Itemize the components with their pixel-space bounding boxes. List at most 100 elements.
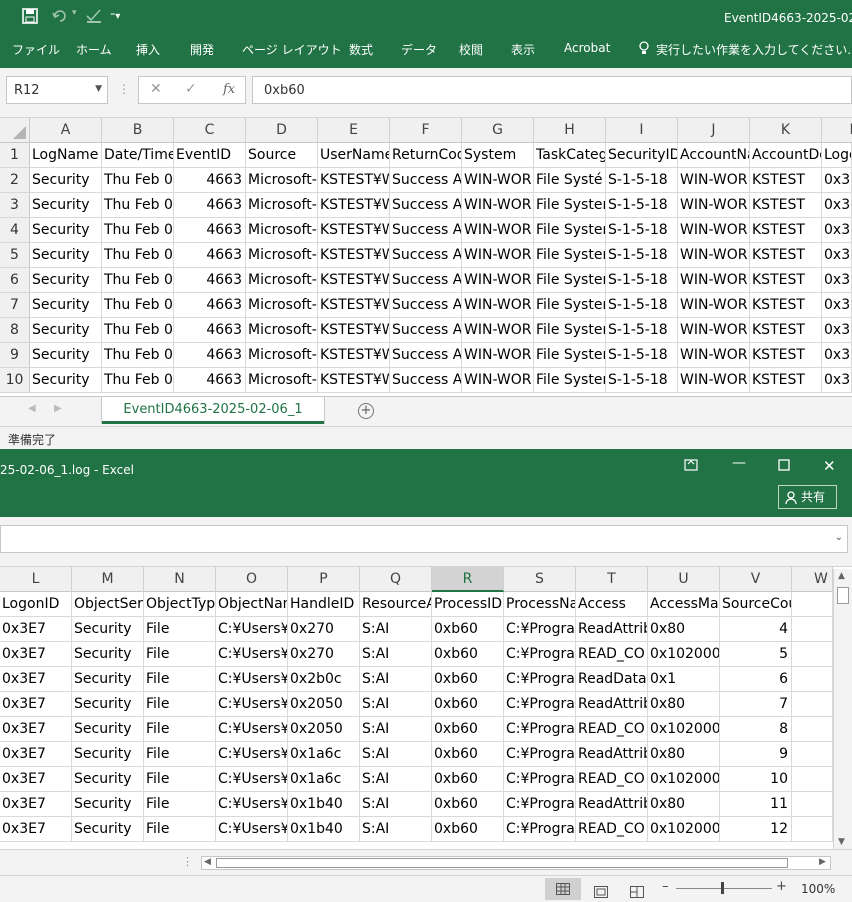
table-cell[interactable]: Thu Feb 0 [102,168,174,193]
normal-view-button[interactable] [545,878,581,900]
table-cell[interactable]: Security [72,642,144,667]
table-cell[interactable]: S-1-5-18 [606,368,678,393]
table-cell[interactable]: KSTEST [750,243,822,268]
table-cell[interactable]: READ_CO [576,767,648,792]
row-header[interactable]: 4 [0,218,30,243]
table-cell[interactable]: 4663 [174,293,246,318]
table-cell[interactable]: 0x80 [648,692,720,717]
table-cell[interactable]: 0x2050 [288,717,360,742]
table-cell[interactable]: 0xb60 [432,792,504,817]
row-header[interactable]: 10 [0,368,30,393]
table-cell[interactable] [792,642,833,667]
table-cell[interactable]: S:AI [360,717,432,742]
tell-me-search[interactable]: 実行したい作業を入力してください... [656,41,852,58]
table-cell[interactable]: S:AI [360,667,432,692]
table-cell[interactable]: Security [72,717,144,742]
column-header[interactable]: C [174,118,246,143]
table-cell[interactable]: File [144,817,216,842]
table-cell[interactable]: WIN-WOR [462,268,534,293]
row-header[interactable]: 3 [0,193,30,218]
table-cell[interactable]: WIN-WOR [462,293,534,318]
table-cell[interactable]: Security [30,343,102,368]
table-cell[interactable]: WIN-WOR [678,193,750,218]
table-cell[interactable]: WIN-WOR [678,243,750,268]
cancel-icon[interactable]: ✕ [150,81,162,97]
table-cell[interactable]: S:AI [360,692,432,717]
table-cell[interactable]: WIN-WOR [678,343,750,368]
column-header[interactable]: U [648,567,720,592]
table-cell[interactable]: Security [72,767,144,792]
table-cell[interactable]: 0x2b0c [288,667,360,692]
table-cell[interactable]: File Syster [534,218,606,243]
table-cell[interactable]: 0x1a6c [288,742,360,767]
table-cell[interactable]: S-1-5-18 [606,218,678,243]
table-cell[interactable]: 0x1020000 [648,817,720,842]
column-header[interactable]: S [504,567,576,592]
table-cell[interactable]: ReturnCode [390,143,462,168]
table-cell[interactable]: WIN-WOR [678,293,750,318]
table-cell[interactable]: C:¥Progra [504,767,576,792]
column-header[interactable]: H [534,118,606,143]
table-cell[interactable]: 0xb60 [432,617,504,642]
table-cell[interactable]: S:AI [360,817,432,842]
table-cell[interactable]: 0x3E7 [0,767,72,792]
table-cell[interactable]: C:¥Users¥ [216,617,288,642]
table-cell[interactable]: File Syster [534,318,606,343]
column-header[interactable]: Q [360,567,432,592]
customize-qat-icon[interactable]: ⁼▾ [110,11,126,27]
scroll-thumb[interactable] [837,587,849,604]
table-cell[interactable]: C:¥Users¥ [216,717,288,742]
table-cell[interactable]: Thu Feb 0 [102,193,174,218]
table-cell[interactable]: WIN-WOR [462,318,534,343]
column-header[interactable]: F [390,118,462,143]
table-cell[interactable]: Success A [390,168,462,193]
table-cell[interactable]: KSTEST¥W [318,243,390,268]
table-cell[interactable]: Security [30,218,102,243]
tab-formulas[interactable]: 数式 [349,41,373,58]
table-cell[interactable]: Security [30,168,102,193]
maximize-icon[interactable] [778,459,790,475]
table-cell[interactable]: S:AI [360,742,432,767]
table-cell[interactable]: File [144,642,216,667]
table-cell[interactable]: C:¥Progra [504,742,576,767]
table-cell[interactable]: File [144,617,216,642]
table-cell[interactable]: Success A [390,293,462,318]
table-cell[interactable]: KSTEST¥W [318,193,390,218]
ribbon-display-options-icon[interactable] [684,459,698,475]
table-cell[interactable]: File [144,692,216,717]
split-handle-icon[interactable]: ⋮ [182,855,193,868]
table-cell[interactable]: SourceCount [720,592,792,617]
table-cell[interactable]: 0x80 [648,742,720,767]
table-cell[interactable]: 11 [720,792,792,817]
table-cell[interactable]: S:AI [360,617,432,642]
tab-review[interactable]: 校閲 [459,41,483,58]
table-cell[interactable]: AccountDomain [750,143,822,168]
table-cell[interactable]: Thu Feb 0 [102,343,174,368]
table-cell[interactable]: 0x3E7 [0,642,72,667]
table-cell[interactable]: Microsoft- [246,193,318,218]
row-header[interactable]: 9 [0,343,30,368]
table-cell[interactable]: WIN-WOR [462,218,534,243]
zoom-level[interactable]: 100% [801,882,835,896]
table-cell[interactable]: Thu Feb 0 [102,218,174,243]
table-cell[interactable]: C:¥Users¥ [216,742,288,767]
table-cell[interactable]: WIN-WOR [462,343,534,368]
scroll-up-icon[interactable]: ▲ [838,571,845,581]
table-cell[interactable]: 4663 [174,318,246,343]
table-cell[interactable]: Thu Feb 0 [102,268,174,293]
check-form-icon[interactable] [86,8,102,24]
table-cell[interactable]: 0x3E7 [0,617,72,642]
scroll-down-icon[interactable]: ▼ [838,837,845,847]
table-cell[interactable]: KSTEST¥W [318,318,390,343]
column-header[interactable]: W [792,567,833,592]
zoom-in-icon[interactable]: + [776,879,787,894]
column-header[interactable]: R [432,567,504,592]
table-cell[interactable]: 0xb60 [432,642,504,667]
save-icon[interactable] [22,8,38,24]
row-header[interactable]: 6 [0,268,30,293]
table-cell[interactable]: 0x3E7 [0,817,72,842]
table-cell[interactable]: TaskCategory [534,143,606,168]
table-cell[interactable]: ReadAttrib [576,742,648,767]
table-cell[interactable]: Success A [390,268,462,293]
table-cell[interactable]: Success A [390,343,462,368]
